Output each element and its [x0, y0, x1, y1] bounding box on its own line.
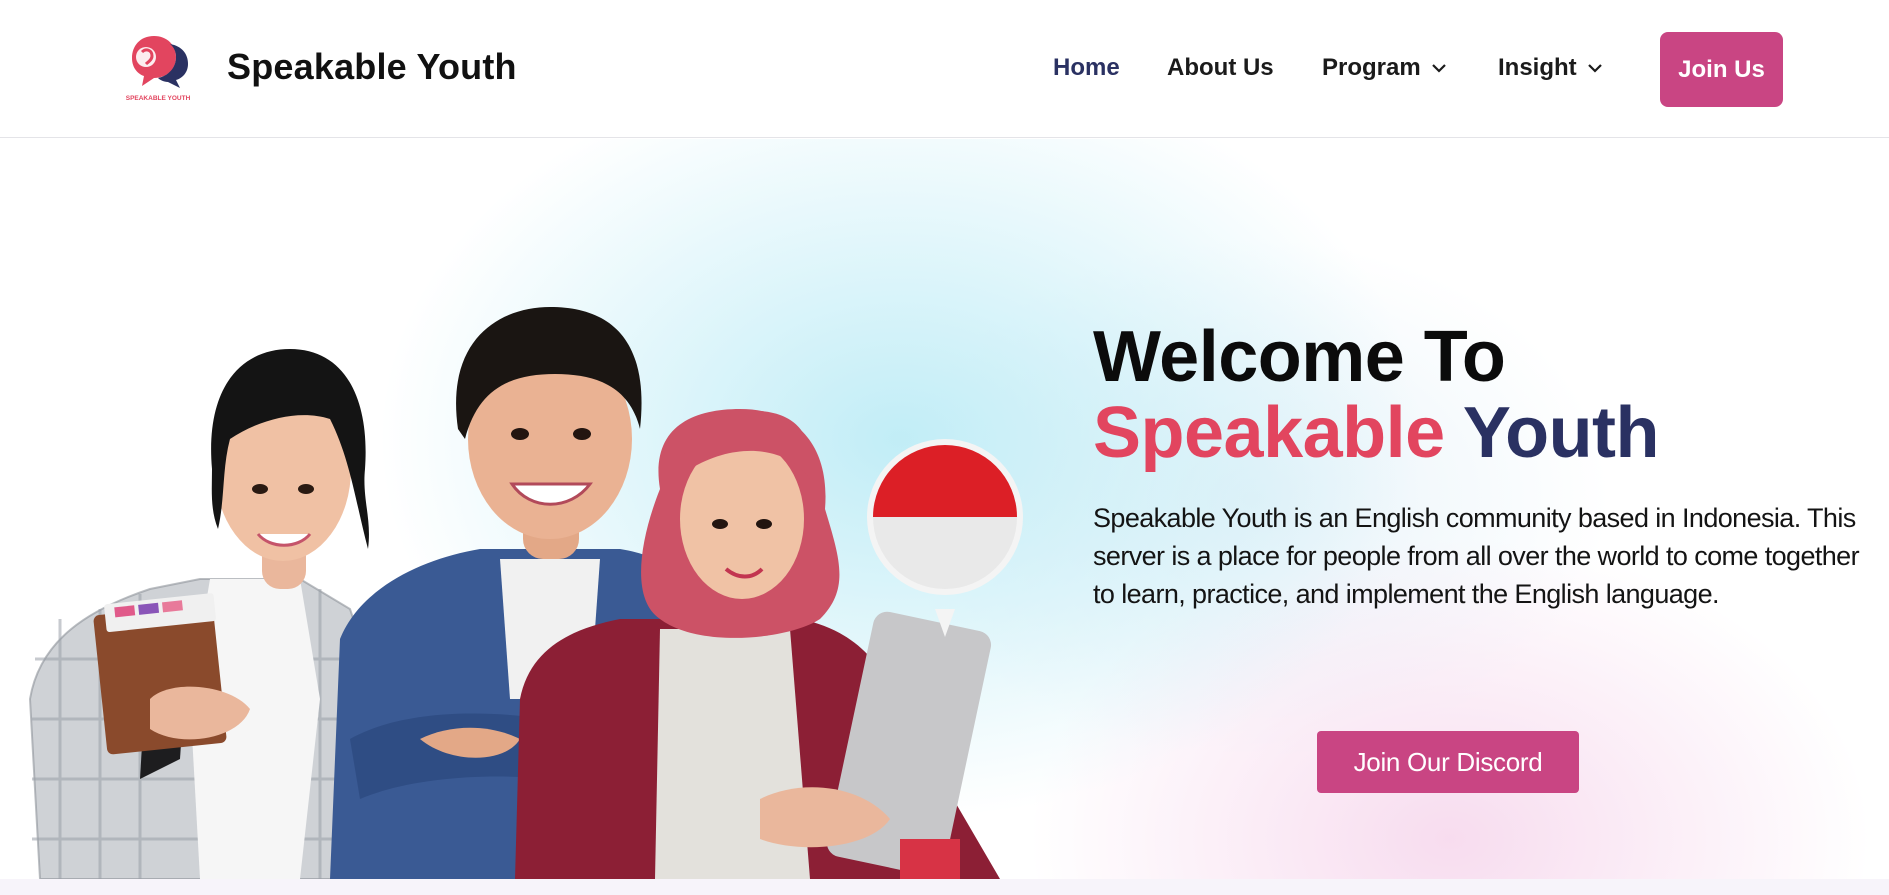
hero-description: Speakable Youth is an English community … [1093, 503, 1860, 609]
join-discord-button[interactable]: Join Our Discord [1317, 731, 1579, 793]
nav-program[interactable]: Program [1322, 54, 1447, 82]
nav-about-us[interactable]: About Us [1167, 54, 1274, 82]
indonesia-flag-bubble [867, 439, 1023, 637]
headline-line1: Welcome To [1093, 317, 1506, 397]
logo-icon: SPEAKABLE YOUTH [126, 36, 191, 102]
nav-insight[interactable]: Insight [1498, 54, 1603, 82]
headline-line2: Speakable Youth [1093, 393, 1660, 473]
chevron-down-icon [1431, 64, 1446, 73]
join-us-button[interactable]: Join Us [1660, 32, 1783, 107]
section-divider [0, 879, 1889, 895]
nav-home[interactable]: Home [1053, 54, 1120, 82]
site-title[interactable]: Speakable Youth [227, 46, 517, 88]
nav-about-us-label: About Us [1167, 54, 1274, 81]
speakable-youth-logo[interactable]: SPEAKABLE YOUTH [120, 30, 196, 104]
hero-section: Welcome To Speakable Youth Speakable You… [0, 139, 1889, 895]
chevron-down-icon [1587, 64, 1602, 73]
logo-text: SPEAKABLE YOUTH [126, 95, 191, 102]
headline-youth: Youth [1462, 393, 1660, 473]
headline-speakable: Speakable [1093, 393, 1445, 473]
nav-program-label: Program [1322, 54, 1421, 81]
nav-insight-label: Insight [1498, 54, 1577, 81]
site-header: SPEAKABLE YOUTH Speakable Youth Home Abo… [0, 0, 1889, 138]
students-illustration [28, 307, 1023, 879]
hero-students-image [0, 139, 1040, 879]
nav-home-label: Home [1053, 54, 1120, 81]
hero-headline: Welcome To Speakable Youth [1093, 317, 1660, 473]
